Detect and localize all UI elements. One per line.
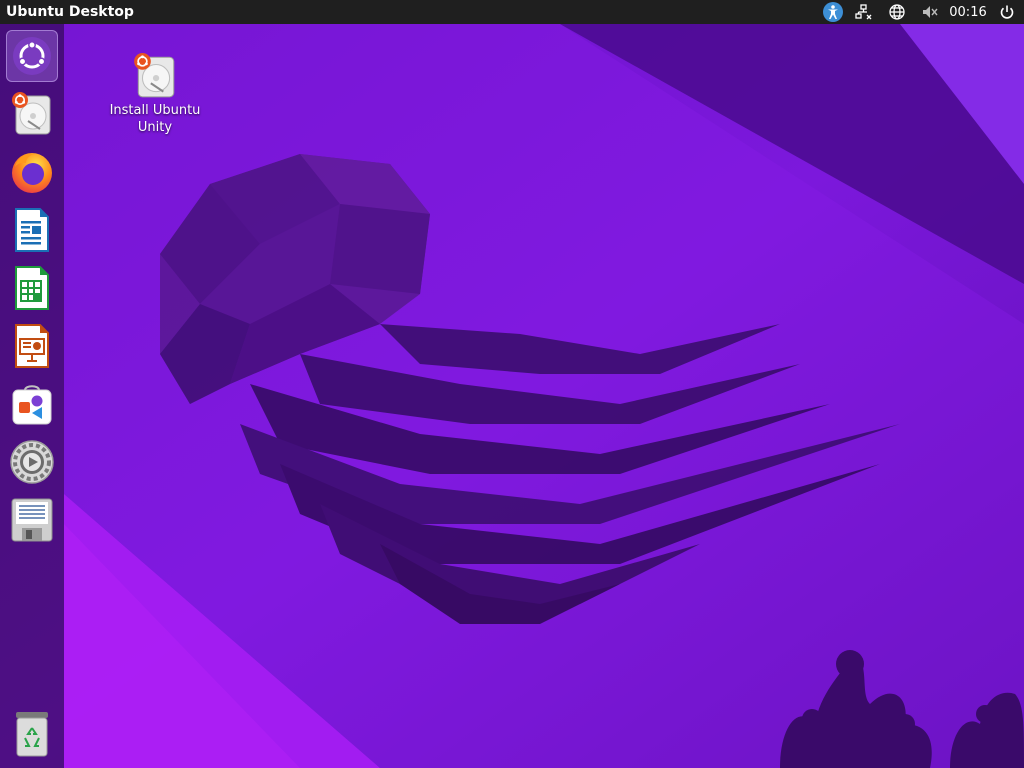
text-editor-icon bbox=[11, 498, 53, 542]
installer-disk-icon bbox=[134, 53, 175, 98]
power-icon[interactable] bbox=[996, 0, 1018, 24]
launcher-firefox[interactable] bbox=[6, 146, 58, 198]
clock[interactable]: 00:16 bbox=[947, 0, 989, 24]
launcher-install-ubuntu-unity[interactable] bbox=[6, 88, 58, 140]
panel-title[interactable]: Ubuntu Desktop bbox=[6, 3, 134, 21]
accessibility-icon[interactable] bbox=[822, 0, 844, 24]
launcher-ubuntu-dash[interactable] bbox=[6, 30, 58, 82]
firefox-icon bbox=[12, 153, 52, 193]
installer-disk-icon bbox=[12, 92, 51, 135]
ubuntu-logo-icon bbox=[13, 37, 51, 75]
launcher-app-center[interactable] bbox=[6, 378, 58, 430]
launcher-trash[interactable] bbox=[6, 708, 58, 760]
desktop-icon-label: Install Ubuntu Unity bbox=[109, 103, 201, 135]
network-icon[interactable] bbox=[854, 0, 874, 24]
impress-presentation-icon bbox=[15, 324, 49, 368]
launcher bbox=[0, 24, 64, 768]
writer-document-icon bbox=[15, 208, 49, 252]
settings-gear-icon bbox=[10, 440, 54, 484]
desktop-screen: Ubuntu Desktop 00:16 Install Ubuntu Unit… bbox=[0, 0, 1024, 768]
launcher-text-editor[interactable] bbox=[6, 494, 58, 546]
keyboard-layout-icon[interactable] bbox=[886, 0, 908, 24]
launcher-libreoffice-writer[interactable] bbox=[6, 204, 58, 256]
desktop-icon-install-ubuntu-unity[interactable]: Install Ubuntu Unity bbox=[104, 50, 206, 142]
launcher-system-settings[interactable] bbox=[6, 436, 58, 488]
launcher-libreoffice-calc[interactable] bbox=[6, 262, 58, 314]
app-store-icon bbox=[12, 385, 52, 425]
trash-icon bbox=[16, 712, 48, 757]
volume-muted-icon[interactable] bbox=[919, 0, 941, 24]
launcher-libreoffice-impress[interactable] bbox=[6, 320, 58, 372]
top-panel: Ubuntu Desktop 00:16 bbox=[0, 0, 1024, 24]
calc-spreadsheet-icon bbox=[15, 266, 49, 310]
